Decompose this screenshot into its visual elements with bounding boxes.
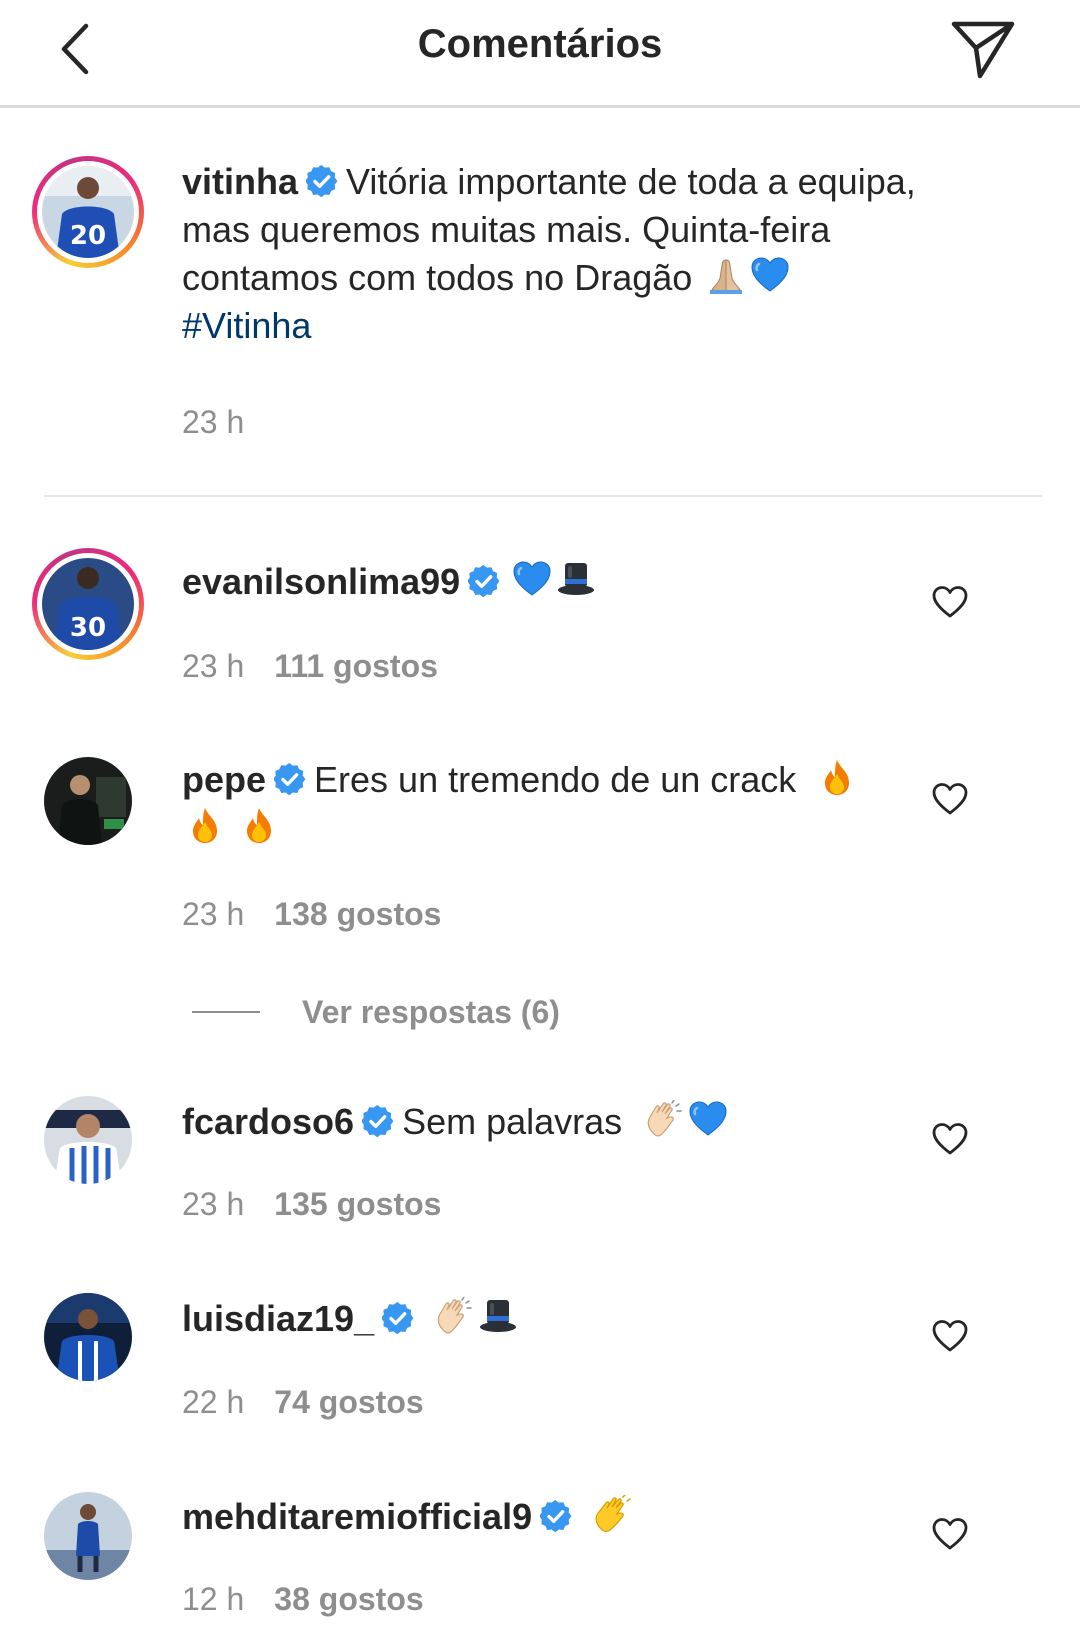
timestamp: 23 h [182,1186,245,1222]
fire-emoji [825,760,850,795]
fire-emoji [193,808,217,843]
like-heart-icon[interactable] [932,1517,968,1551]
comment-text: luisdiaz19_ [182,1295,982,1343]
direct-message-icon[interactable] [948,14,1018,84]
like-heart-icon[interactable] [932,585,968,619]
timestamp: 23 h [182,404,245,440]
username[interactable]: pepe [182,759,266,800]
verified-badge-icon [382,1302,416,1336]
divider [44,495,1042,497]
likes-count[interactable]: 135 gostos [274,1186,441,1222]
timestamp: 12 h [182,1581,245,1617]
comment-text: mehditaremiofficial9 [182,1493,982,1541]
comment-text: fcardoso6 Sem palavras [182,1098,982,1146]
top-bar: Comentários [0,0,1080,108]
timestamp: 23 h [182,648,245,684]
verified-badge-icon [274,763,308,797]
comment-meta: 23 h 138 gostos [182,896,441,933]
avatar: 30 [42,558,134,650]
like-heart-icon[interactable] [932,1122,968,1156]
top-hat-emoji [480,1300,517,1332]
verified-badge-icon [540,1500,574,1534]
top-hat-emoji [558,563,595,595]
timestamp: 22 h [182,1384,245,1420]
avatar[interactable] [44,1096,132,1184]
replies-line [192,1011,260,1013]
username[interactable]: luisdiaz19_ [182,1298,374,1339]
verified-badge-icon [306,165,340,199]
fire-emoji [247,808,272,843]
likes-count[interactable]: 138 gostos [274,896,441,932]
blue-heart-emoji [751,256,790,293]
clapping-hands-emoji [647,1100,682,1137]
jersey-number: 20 [70,221,106,251]
like-heart-icon[interactable] [932,1319,968,1353]
avatar[interactable] [44,1293,132,1381]
comment-body: Sem palavras [402,1101,623,1142]
verified-badge-icon [468,565,502,599]
comment-body: Eres un tremendo de un crack [314,759,797,800]
post-caption: 20 vitinha Vitória importante de toda a e… [0,108,1080,498]
likes-count[interactable]: 74 gostos [274,1384,423,1420]
likes-count[interactable]: 38 gostos [274,1581,423,1617]
username[interactable]: evanilsonlima99 [182,561,460,602]
username[interactable]: fcardoso6 [182,1101,354,1142]
view-replies[interactable]: Ver respostas (6) [192,990,560,1034]
username[interactable]: mehditaremiofficial9 [182,1496,532,1537]
hashtag-link[interactable]: #Vitinha [182,305,311,346]
folded-hands-emoji [709,259,743,295]
avatar[interactable] [44,1492,132,1580]
comment-meta: 12 h 38 gostos [182,1581,424,1618]
comment-meta: 22 h 74 gostos [182,1384,424,1421]
like-heart-icon[interactable] [932,782,968,816]
comment-text: pepe Eres un tremendo de un crack [182,756,982,852]
timestamp: 23 h [182,896,245,932]
view-replies-label[interactable]: Ver respostas (6) [302,994,560,1031]
story-ring-avatar[interactable]: 30 [32,548,144,660]
blue-heart-emoji [512,560,552,597]
avatar: 20 [42,166,134,258]
clapping-hands-emoji [437,1297,472,1334]
comment-meta: 23 h 111 gostos [182,648,438,685]
caption-meta: 23 h [182,404,244,441]
waving-hand-emoji [595,1495,631,1533]
page-title: Comentários [417,22,663,66]
username[interactable]: vitinha [182,161,298,202]
comment-text: evanilsonlima99 [182,558,982,606]
blue-heart-emoji [688,1100,728,1137]
avatar[interactable] [44,757,132,845]
likes-count[interactable]: 111 gostos [274,648,438,684]
caption-text: vitinha Vitória importante de toda a equi… [182,158,982,350]
comment-meta: 23 h 135 gostos [182,1186,441,1223]
jersey-number: 30 [70,613,106,643]
story-ring-avatar[interactable]: 20 [32,156,144,268]
verified-badge-icon [362,1105,396,1139]
